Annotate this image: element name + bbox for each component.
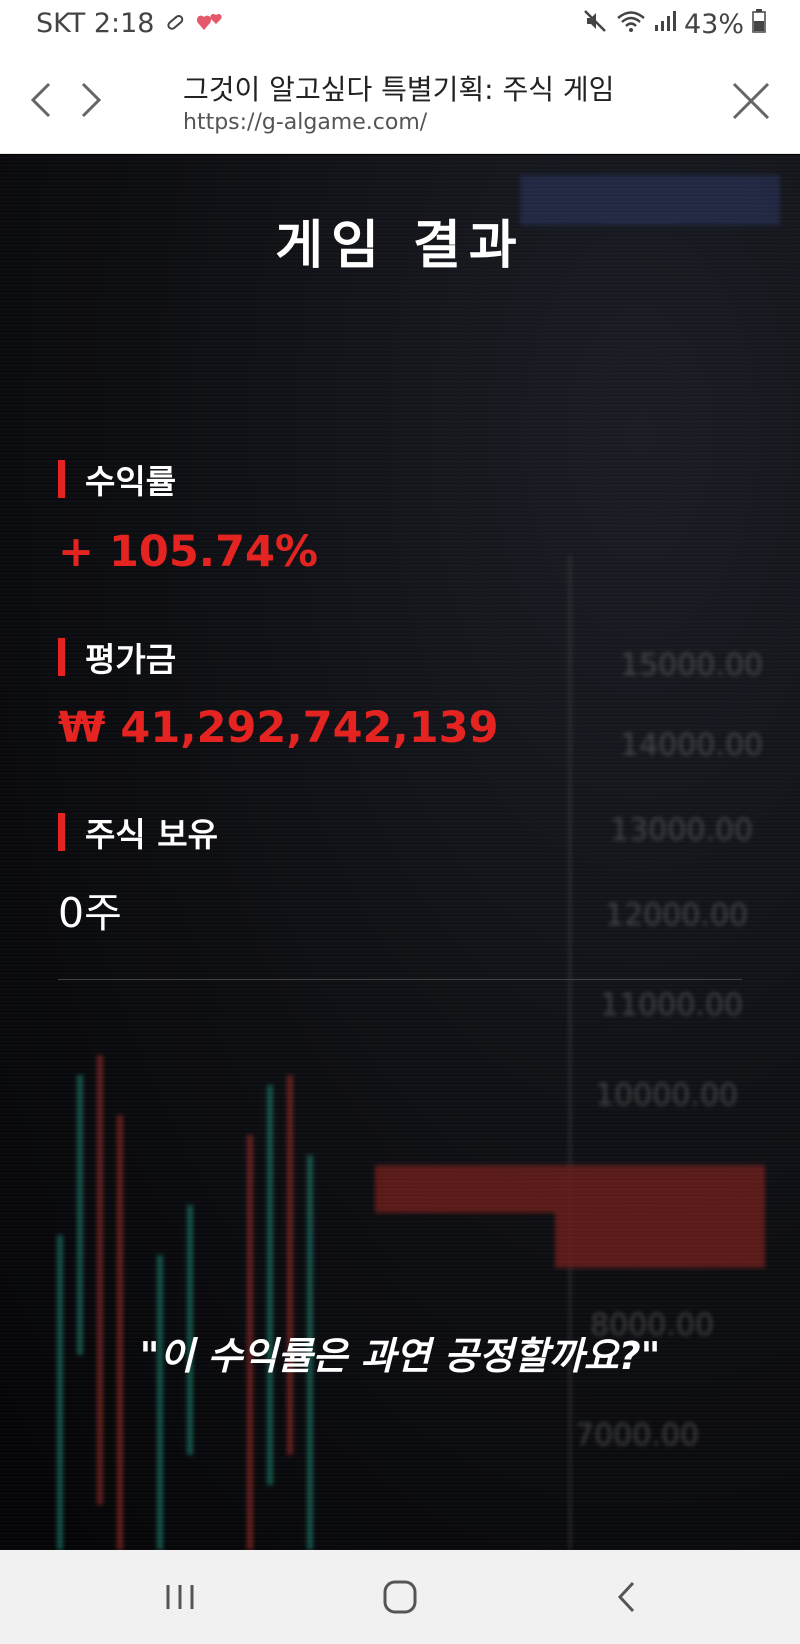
back-button[interactable] [22,80,62,120]
divider [58,979,742,980]
game-result-panel: 15000.00 14000.00 13000.00 12000.00 1100… [0,155,800,1550]
close-button[interactable] [724,74,778,128]
return-rate-value: + 105.74% [58,527,319,577]
svg-text:7000.00: 7000.00 [575,1418,699,1453]
carrier-time: SKT 2:18 [36,8,155,39]
svg-text:11000.00: 11000.00 [600,988,743,1023]
status-left: SKT 2:18 [36,8,224,39]
browser-header: 그것이 알고싶다 특별기획: 주식 게임 https://g-algame.co… [0,50,800,154]
accent-bar [58,460,65,498]
valuation-label: 평가금 [58,633,176,681]
accent-bar [58,813,65,851]
svg-text:14000.00: 14000.00 [620,728,763,763]
signal-icon [654,9,676,40]
status-right: 43% [582,8,766,41]
hearts-icon [196,10,224,38]
svg-text:13000.00: 13000.00 [610,813,753,848]
close-icon [732,82,770,120]
back-nav-button[interactable] [597,1572,657,1622]
valuation-value: ₩ 41,292,742,139 [58,703,499,753]
wifi-icon [616,8,646,41]
result-heading: 게임 결과 [275,216,525,276]
pill-icon [164,11,186,37]
page-title: 그것이 알고싶다 특별기획: 주식 게임 [183,73,615,106]
fairness-quote: "이 수익률은 과연 공정할까요?" [139,1334,661,1378]
android-nav-bar [0,1550,800,1644]
mute-icon [582,8,608,41]
status-bar: SKT 2:18 43% [0,0,800,50]
valuation-label-text: 평가금 [85,640,177,679]
back-arrow-icon [617,1581,635,1613]
home-icon [383,1580,417,1614]
chevron-left-icon [30,82,51,118]
svg-text:12000.00: 12000.00 [605,898,748,933]
svg-text:10000.00: 10000.00 [595,1078,738,1113]
return-rate-label-text: 수익률 [85,462,177,501]
return-rate-label: 수익률 [58,455,176,503]
recent-apps-button[interactable] [150,1572,210,1622]
battery-percent: 43% [683,9,744,40]
chevron-right-icon [81,82,102,118]
shares-held-value: 0주 [58,889,122,937]
recent-apps-icon [166,1585,194,1609]
home-button[interactable] [370,1572,430,1622]
battery-icon [752,9,766,40]
accent-bar [58,638,65,676]
shares-held-label: 주식 보유 [58,808,218,856]
forward-button[interactable] [70,80,110,120]
svg-text:15000.00: 15000.00 [620,648,763,683]
shares-held-label-text: 주식 보유 [85,815,218,854]
page-url[interactable]: https://g-algame.com/ [183,110,427,135]
